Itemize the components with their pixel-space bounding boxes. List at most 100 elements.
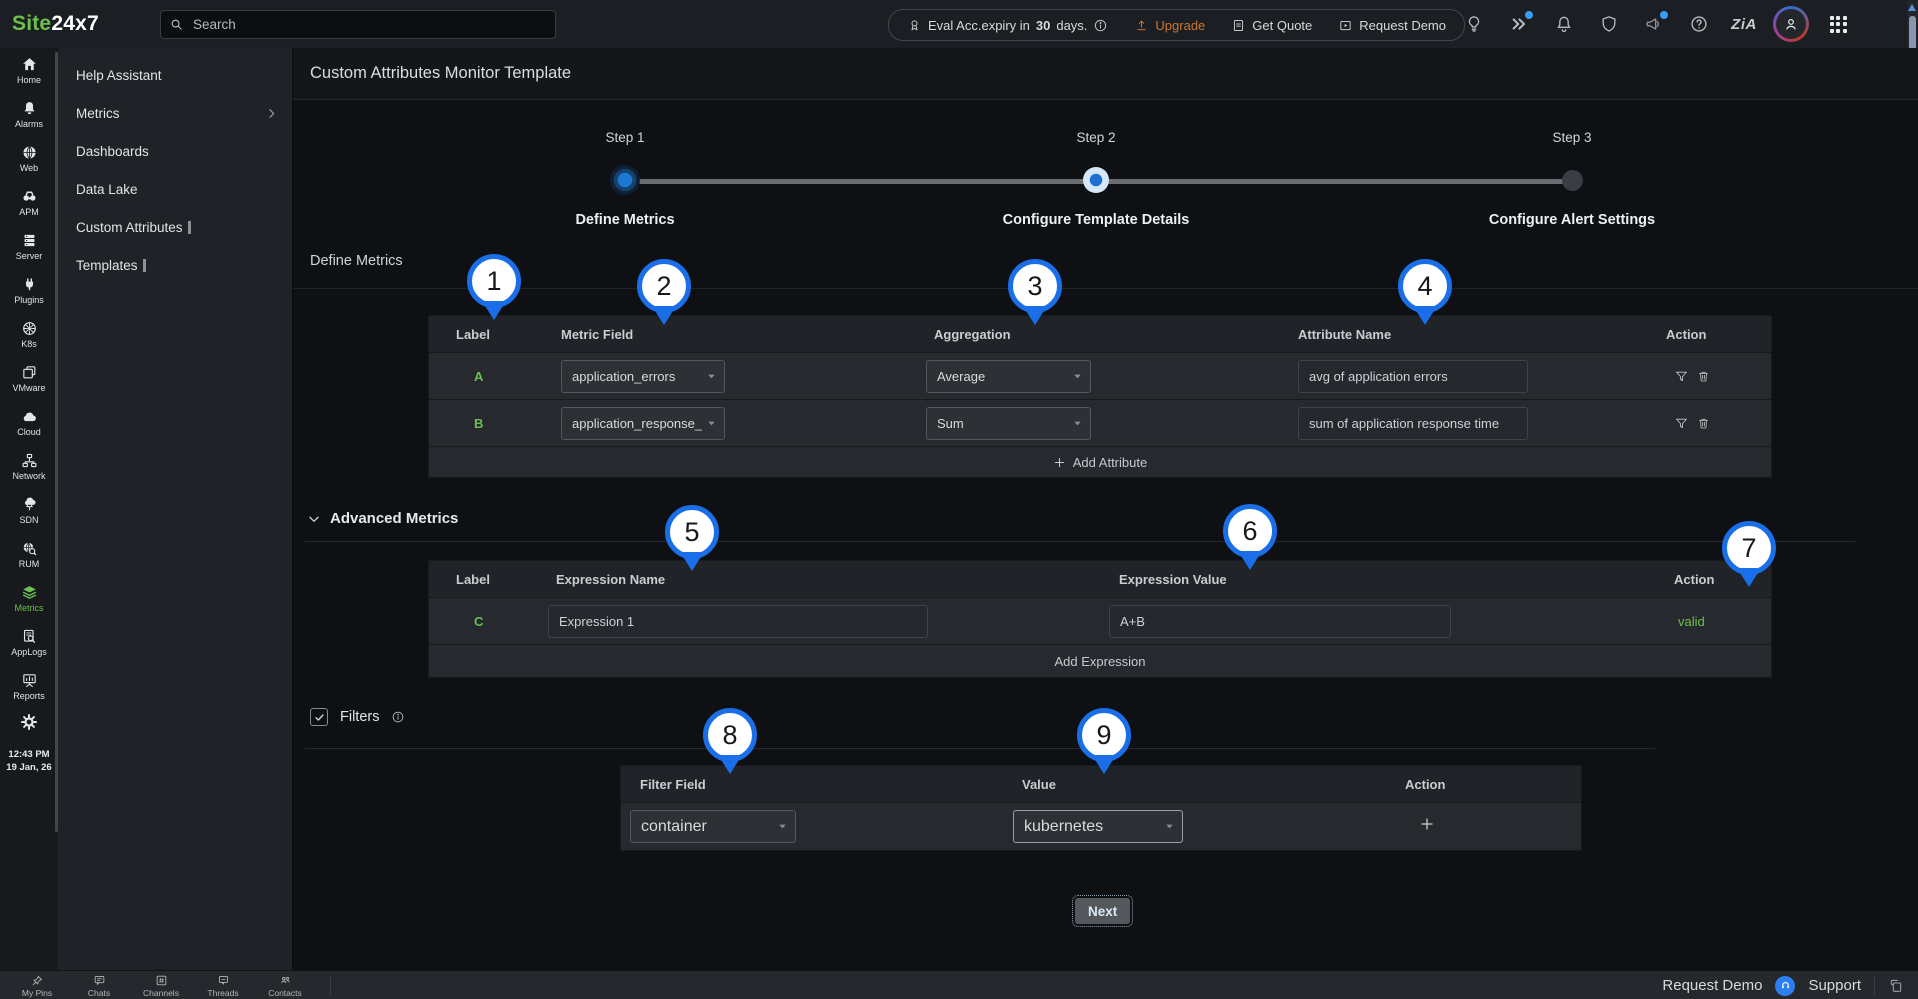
- add-expression-button[interactable]: Add Expression: [429, 644, 1771, 677]
- aggregation-select[interactable]: Average: [926, 360, 1091, 393]
- stepper-step-1[interactable]: Step 1 Define Metrics: [465, 130, 785, 228]
- sidebar-item-reports[interactable]: Reports: [0, 664, 58, 708]
- sidebar-item-metrics[interactable]: Metrics: [0, 576, 58, 620]
- chevron-down-icon: [307, 512, 321, 526]
- filters-checkbox[interactable]: [310, 708, 328, 726]
- apps-grid-button[interactable]: [1822, 8, 1854, 40]
- trash-icon[interactable]: [1696, 416, 1711, 431]
- col-header-label: Label: [429, 327, 561, 342]
- submenu-item-templates[interactable]: Templates: [58, 246, 292, 284]
- help-button[interactable]: [1683, 8, 1715, 40]
- sidebar-item-sdn[interactable]: SDN: [0, 488, 58, 532]
- submenu-item-help-assistant[interactable]: Help Assistant: [58, 56, 292, 94]
- sidebar-item-label: SDN: [19, 515, 38, 525]
- stepper-step-2[interactable]: Step 2 Configure Template Details: [936, 130, 1256, 228]
- submenu-item-label: Templates: [76, 258, 138, 273]
- sidebar-item-cloud[interactable]: Cloud: [0, 400, 58, 444]
- add-attribute-label: Add Attribute: [1073, 455, 1147, 470]
- sidebar-item-alarms[interactable]: Alarms: [0, 92, 58, 136]
- notifications-button[interactable]: [1548, 8, 1580, 40]
- stepper-step-3[interactable]: Step 3 Configure Alert Settings: [1412, 130, 1732, 228]
- advanced-metrics-toggle[interactable]: Advanced Metrics: [307, 510, 458, 527]
- lightbulb-button[interactable]: [1458, 8, 1490, 40]
- selected-value: application_response_: [572, 416, 702, 431]
- footer-request-demo-link[interactable]: Request Demo: [1662, 977, 1762, 994]
- announcement-dot: [1660, 11, 1668, 19]
- secondary-sidebar: Help AssistantMetricsDashboardsData Lake…: [58, 48, 293, 970]
- sidebar-item-applogs[interactable]: AppLogs: [0, 620, 58, 664]
- scroll-up-arrow[interactable]: [1908, 4, 1916, 11]
- next-button[interactable]: Next: [1075, 898, 1130, 924]
- get-quote-button[interactable]: Get Quote: [1231, 18, 1312, 33]
- selected-value: Sum: [937, 416, 964, 431]
- sidebar-item-rum[interactable]: RUM: [0, 532, 58, 576]
- sidebar-item-web[interactable]: Web: [0, 136, 58, 180]
- filter-value-select[interactable]: kubernetes: [1013, 810, 1183, 843]
- expression-name-input[interactable]: [548, 605, 928, 638]
- divider: [305, 541, 1855, 542]
- attribute-name-input[interactable]: [1298, 407, 1528, 440]
- footer-item-threads[interactable]: Threads: [192, 971, 254, 999]
- announcements-button[interactable]: [1638, 8, 1670, 40]
- metric-field-select[interactable]: application_errors: [561, 360, 725, 393]
- add-attribute-button[interactable]: Add Attribute: [429, 446, 1771, 477]
- sidebar-item-label: RUM: [19, 559, 40, 569]
- sidebar-item-k8s[interactable]: K8s: [0, 312, 58, 356]
- filter-field-select[interactable]: container: [630, 810, 796, 843]
- user-avatar[interactable]: [1773, 6, 1809, 42]
- whats-new-button[interactable]: [1503, 8, 1535, 40]
- add-filter-button[interactable]: [1419, 816, 1435, 832]
- callout-number: 5: [665, 505, 719, 559]
- add-expression-label: Add Expression: [1054, 654, 1145, 669]
- upgrade-button[interactable]: Upgrade: [1134, 18, 1205, 33]
- submenu-item-data-lake[interactable]: Data Lake: [58, 170, 292, 208]
- trash-icon[interactable]: [1696, 369, 1711, 384]
- clock-widget: 12:43 PM 19 Jan, 26: [0, 748, 58, 774]
- info-icon[interactable]: [391, 710, 405, 724]
- col-header-attribute-name: Attribute Name: [1298, 327, 1666, 342]
- submenu-item-metrics[interactable]: Metrics: [58, 94, 292, 132]
- zia-button[interactable]: ZiA: [1728, 8, 1760, 40]
- step-dot-pending: [1562, 170, 1583, 191]
- divider: [305, 748, 1655, 749]
- filter-icon[interactable]: [1674, 369, 1689, 384]
- sidebar-item-home[interactable]: Home: [0, 48, 58, 92]
- sidebar-item-network[interactable]: Network: [0, 444, 58, 488]
- sidebar-item-plugins[interactable]: Plugins: [0, 268, 58, 312]
- sidebar-item-apm[interactable]: APM: [0, 180, 58, 224]
- metric-field-select[interactable]: application_response_: [561, 407, 725, 440]
- expression-value-input[interactable]: [1109, 605, 1451, 638]
- callout-badge-4: 4: [1398, 259, 1452, 325]
- submenu-item-custom-attributes[interactable]: Custom Attributes: [58, 208, 292, 246]
- k8s-icon: [21, 320, 38, 337]
- col-header-expression-name: Expression Name: [548, 572, 1109, 587]
- sidebar-item-server[interactable]: Server: [0, 224, 58, 268]
- eval-expiry-notice[interactable]: Eval Acc.expiry in 30 days.: [907, 18, 1108, 33]
- filter-icon[interactable]: [1674, 416, 1689, 431]
- notification-dot: [1525, 11, 1533, 19]
- callout-number: 3: [1008, 259, 1062, 313]
- col-header-filter-field: Filter Field: [621, 777, 1013, 792]
- search-input[interactable]: [191, 16, 547, 33]
- settings-button[interactable]: [0, 712, 58, 732]
- copy-icon[interactable]: [1888, 978, 1904, 994]
- medal-icon: [907, 18, 922, 33]
- footer-item-my-pins[interactable]: My Pins: [6, 971, 68, 999]
- attribute-name-input[interactable]: [1298, 360, 1528, 393]
- footer-item-chats[interactable]: Chats: [68, 971, 130, 999]
- submenu-item-dashboards[interactable]: Dashboards: [58, 132, 292, 170]
- footer-item-contacts[interactable]: Contacts: [254, 971, 316, 999]
- aggregation-select[interactable]: Sum: [926, 407, 1091, 440]
- sidebar-item-label: Network: [12, 471, 45, 481]
- callout-badge-2: 2: [637, 259, 691, 325]
- global-search[interactable]: [160, 10, 556, 39]
- sidebar-item-vmware[interactable]: VMware: [0, 356, 58, 400]
- site24x7-logo[interactable]: Site24x7: [12, 0, 99, 48]
- section-divider: [293, 288, 1918, 289]
- request-demo-button[interactable]: Request Demo: [1338, 18, 1446, 33]
- footer-support-link[interactable]: Support: [1808, 977, 1861, 994]
- footer-item-channels[interactable]: Channels: [130, 971, 192, 999]
- sidebar-item-label: Home: [17, 75, 41, 85]
- info-icon[interactable]: [1093, 18, 1108, 33]
- security-button[interactable]: [1593, 8, 1625, 40]
